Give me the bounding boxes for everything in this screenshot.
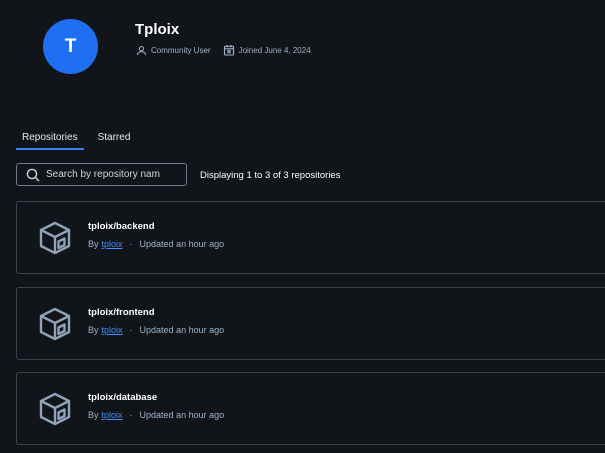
repository-name[interactable]: tploix/frontend bbox=[88, 307, 155, 318]
by-label: By bbox=[88, 410, 99, 420]
by-label: By bbox=[88, 239, 99, 249]
profile-header: T Tploix Community User Joined June 4, 2… bbox=[0, 0, 605, 110]
calendar-icon bbox=[223, 45, 234, 56]
updated-text: Updated an hour ago bbox=[139, 410, 225, 420]
search-box[interactable] bbox=[16, 163, 187, 186]
role-item: Community User bbox=[136, 45, 211, 56]
user-icon bbox=[136, 45, 147, 55]
results-count: Displaying 1 to 3 of 3 repositories bbox=[200, 170, 341, 181]
owner-link[interactable]: tploix bbox=[102, 410, 123, 420]
profile-username: Tploix bbox=[135, 21, 180, 38]
separator-dot: · bbox=[129, 410, 133, 420]
updated-text: Updated an hour ago bbox=[139, 239, 225, 249]
repository-card[interactable]: tploix/backend By tploix · Updated an ho… bbox=[16, 201, 605, 274]
tab-repositories[interactable]: Repositories bbox=[16, 128, 84, 150]
search-icon bbox=[26, 168, 40, 181]
role-text: Community User bbox=[151, 45, 211, 55]
separator-dot: · bbox=[129, 239, 133, 249]
repository-card[interactable]: tploix/database By tploix · Updated an h… bbox=[16, 372, 605, 445]
joined-item: Joined June 4, 2024 bbox=[223, 44, 311, 56]
repository-meta: By tploix · Updated an hour ago bbox=[88, 239, 224, 249]
by-label: By bbox=[88, 325, 99, 335]
repository-meta: By tploix · Updated an hour ago bbox=[88, 325, 224, 335]
cube-icon bbox=[39, 392, 71, 426]
profile-meta: Community User Joined June 4, 2024 bbox=[136, 44, 323, 56]
owner-link[interactable]: tploix bbox=[102, 325, 123, 335]
owner-link[interactable]: tploix bbox=[102, 239, 123, 249]
joined-text: Joined June 4, 2024 bbox=[238, 45, 311, 55]
cube-icon bbox=[39, 221, 71, 255]
repository-name[interactable]: tploix/database bbox=[88, 392, 157, 403]
repository-name[interactable]: tploix/backend bbox=[88, 221, 155, 232]
repository-meta: By tploix · Updated an hour ago bbox=[88, 410, 224, 420]
repository-card[interactable]: tploix/frontend By tploix · Updated an h… bbox=[16, 287, 605, 360]
search-input[interactable] bbox=[46, 169, 186, 180]
tab-starred[interactable]: Starred bbox=[92, 128, 137, 150]
separator-dot: · bbox=[129, 325, 133, 335]
cube-icon bbox=[39, 307, 71, 341]
avatar: T bbox=[43, 19, 98, 74]
updated-text: Updated an hour ago bbox=[139, 325, 225, 335]
profile-tabs: Repositories Starred bbox=[16, 128, 144, 150]
